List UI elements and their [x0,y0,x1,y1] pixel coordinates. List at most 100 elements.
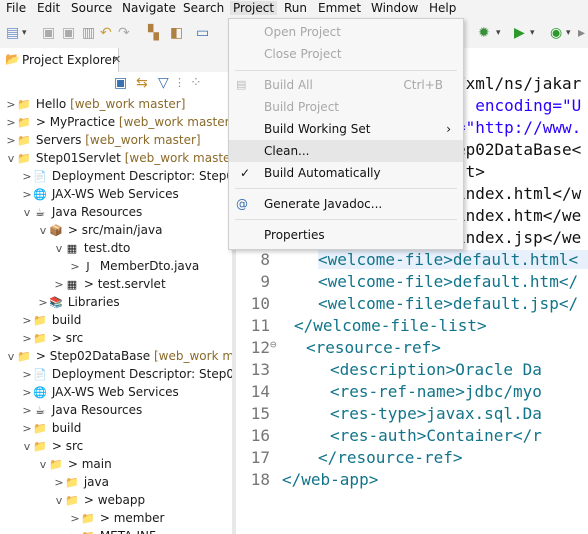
code-line: <resource-ref> [306,338,441,357]
menu-properties[interactable]: Properties [229,224,463,246]
tree-node-icon: J [86,260,90,273]
menu-build-all[interactable]: ▤ Build All Ctrl+B [229,74,463,96]
tree-item[interactable]: v 📁 > webapp [0,491,145,509]
tree-item[interactable]: > 📁 build [0,311,81,329]
menu-project[interactable]: Project [230,1,278,15]
tree-item[interactable]: v 📁 > src [0,437,83,455]
external-dropdown-icon[interactable]: ▾ [566,23,571,43]
collapsed-chevron-icon[interactable]: > [70,528,80,534]
expanded-chevron-icon[interactable]: v [38,456,48,474]
menu-open-project[interactable]: Open Project [229,21,463,43]
line-number: 12 [250,338,270,357]
collapsed-chevron-icon[interactable]: > [22,420,32,438]
tree-item[interactable]: > 📁 Servers [web_work master] [0,131,200,150]
menu-search[interactable]: Search [183,1,224,15]
tree-item[interactable]: v ▦ test.dto [0,239,131,258]
expanded-chevron-icon[interactable]: v [6,348,16,366]
collapsed-chevron-icon[interactable]: > [6,114,16,132]
debug-icon[interactable]: ✹ [478,23,490,43]
toggle-mark-icon[interactable]: ▚ [148,23,159,43]
back-icon[interactable]: ↶ [100,23,112,43]
tree-item[interactable]: > 📁 build [0,419,81,437]
view-menu-icon[interactable]: ⋮ [174,73,185,93]
more-icon[interactable]: ▸ [578,23,585,43]
tree-item[interactable]: v 📁 Step01Servlet [web_work master] [0,149,232,167]
menu-navigate[interactable]: Navigate [122,1,176,15]
expanded-chevron-icon[interactable]: v [22,204,32,222]
collapsed-chevron-icon[interactable]: > [22,168,32,186]
tree-item[interactable]: > 📄 Deployment Descriptor: Step02D [0,365,232,383]
collapse-all-icon[interactable]: ▣ [114,73,127,93]
collapsed-chevron-icon[interactable]: > [6,96,16,114]
external-tools-icon[interactable]: ◉ [550,23,562,43]
expanded-chevron-icon[interactable]: v [54,492,64,510]
new-icon[interactable]: ▤ [6,23,19,43]
open-type-icon[interactable]: ◧ [170,23,183,43]
menu-generate-javadoc[interactable]: @ Generate Javadoc... [229,193,463,215]
collapsed-chevron-icon[interactable]: > [22,402,32,420]
collapsed-chevron-icon[interactable]: > [22,330,32,348]
collapsed-chevron-icon[interactable]: > [54,276,64,294]
menu-build-working-set[interactable]: Build Working Set › [229,118,463,140]
expanded-chevron-icon[interactable]: v [38,222,48,240]
tree-item[interactable]: v 📦 > src/main/java [0,221,163,240]
project-explorer-tab[interactable]: 📂 Project Explorer ✕ [0,48,121,72]
tree-item[interactable]: > ▦ > test.servlet [0,275,165,294]
line-number: 15 [250,404,270,423]
collapsed-chevron-icon[interactable]: > [70,510,80,528]
menu-clean[interactable]: Clean... [229,140,463,162]
expanded-chevron-icon[interactable]: v [6,150,16,168]
menu-help[interactable]: Help [429,1,456,15]
menu-edit[interactable]: Edit [37,1,60,15]
menu-build-project[interactable]: Build Project [229,96,463,118]
tree-item-label: Libraries [67,295,120,309]
tree-item[interactable]: > 📄 Deployment Descriptor: Step01 [0,167,232,185]
collapsed-chevron-icon[interactable]: > [38,294,48,312]
menu-window[interactable]: Window [371,1,418,15]
collapsed-chevron-icon[interactable]: > [22,366,32,384]
collapsed-chevron-icon[interactable]: > [70,258,80,276]
menu-emmet[interactable]: Emmet [318,1,361,15]
tree-item[interactable]: > J MemberDto.java [0,257,199,275]
expanded-chevron-icon[interactable]: v [54,240,64,258]
collapsed-chevron-icon[interactable]: > [54,474,64,492]
menu-source[interactable]: Source [71,1,112,15]
close-icon[interactable]: ✕ [112,53,121,66]
collapsed-chevron-icon[interactable]: > [6,132,16,150]
tree-item[interactable]: > 📚 Libraries [0,293,120,312]
menu-run[interactable]: Run [284,1,307,15]
menu-close-project[interactable]: Close Project [229,43,463,65]
tree-item[interactable]: > 📁 > member [0,509,164,527]
console-icon[interactable]: ▭ [196,23,209,43]
save-all-icon[interactable]: ▣ [62,23,75,43]
run-dropdown-icon[interactable]: ▾ [530,23,535,43]
tree-item[interactable]: v 📁 > main [0,455,112,473]
code-line: <welcome-file>default.html< [318,250,588,269]
tree-item[interactable]: > 📁 > MyPractice [web_work master] [0,113,232,131]
link-with-editor-icon[interactable]: ⇆ [136,73,148,93]
forward-icon[interactable]: ↷ [118,23,130,43]
debug-dropdown-icon[interactable]: ▾ [496,23,501,43]
collapsed-chevron-icon[interactable]: > [22,384,32,402]
dots-icon[interactable]: ⁘ [190,73,202,93]
filter-icon[interactable]: ▽ [158,73,169,93]
dropdown-arrow-icon[interactable]: ▾ [22,23,27,43]
tree-item[interactable]: > 📁 Hello [web_work master] [0,95,185,113]
tree-item[interactable]: > 🌐 JAX-WS Web Services [0,383,178,402]
tree-item[interactable]: v📁 > Step02DataBase [web_work maste [0,347,232,365]
tree-item[interactable]: > ☕ Java Resources [0,401,142,419]
save-icon[interactable]: ▣ [42,23,55,43]
tree-item[interactable]: > 🌐 JAX-WS Web Services [0,185,178,204]
tree-item[interactable]: v ☕ Java Resources [0,203,143,222]
menu-build-automatically[interactable]: ✓ Build Automatically [229,162,463,184]
fold-toggle-icon[interactable]: ⊖ [270,338,277,351]
tree-item[interactable]: > 📁 > src [0,329,83,347]
print-icon[interactable]: ▥ [82,23,95,43]
collapsed-chevron-icon[interactable]: > [22,186,32,204]
expanded-chevron-icon[interactable]: v [22,438,32,456]
tree-item[interactable]: > 📁 java [0,473,109,491]
run-icon[interactable]: ▶ [514,23,525,43]
menu-file[interactable]: File [6,1,26,15]
tree-item[interactable]: >📁 META-INF [0,527,155,534]
collapsed-chevron-icon[interactable]: > [22,312,32,330]
